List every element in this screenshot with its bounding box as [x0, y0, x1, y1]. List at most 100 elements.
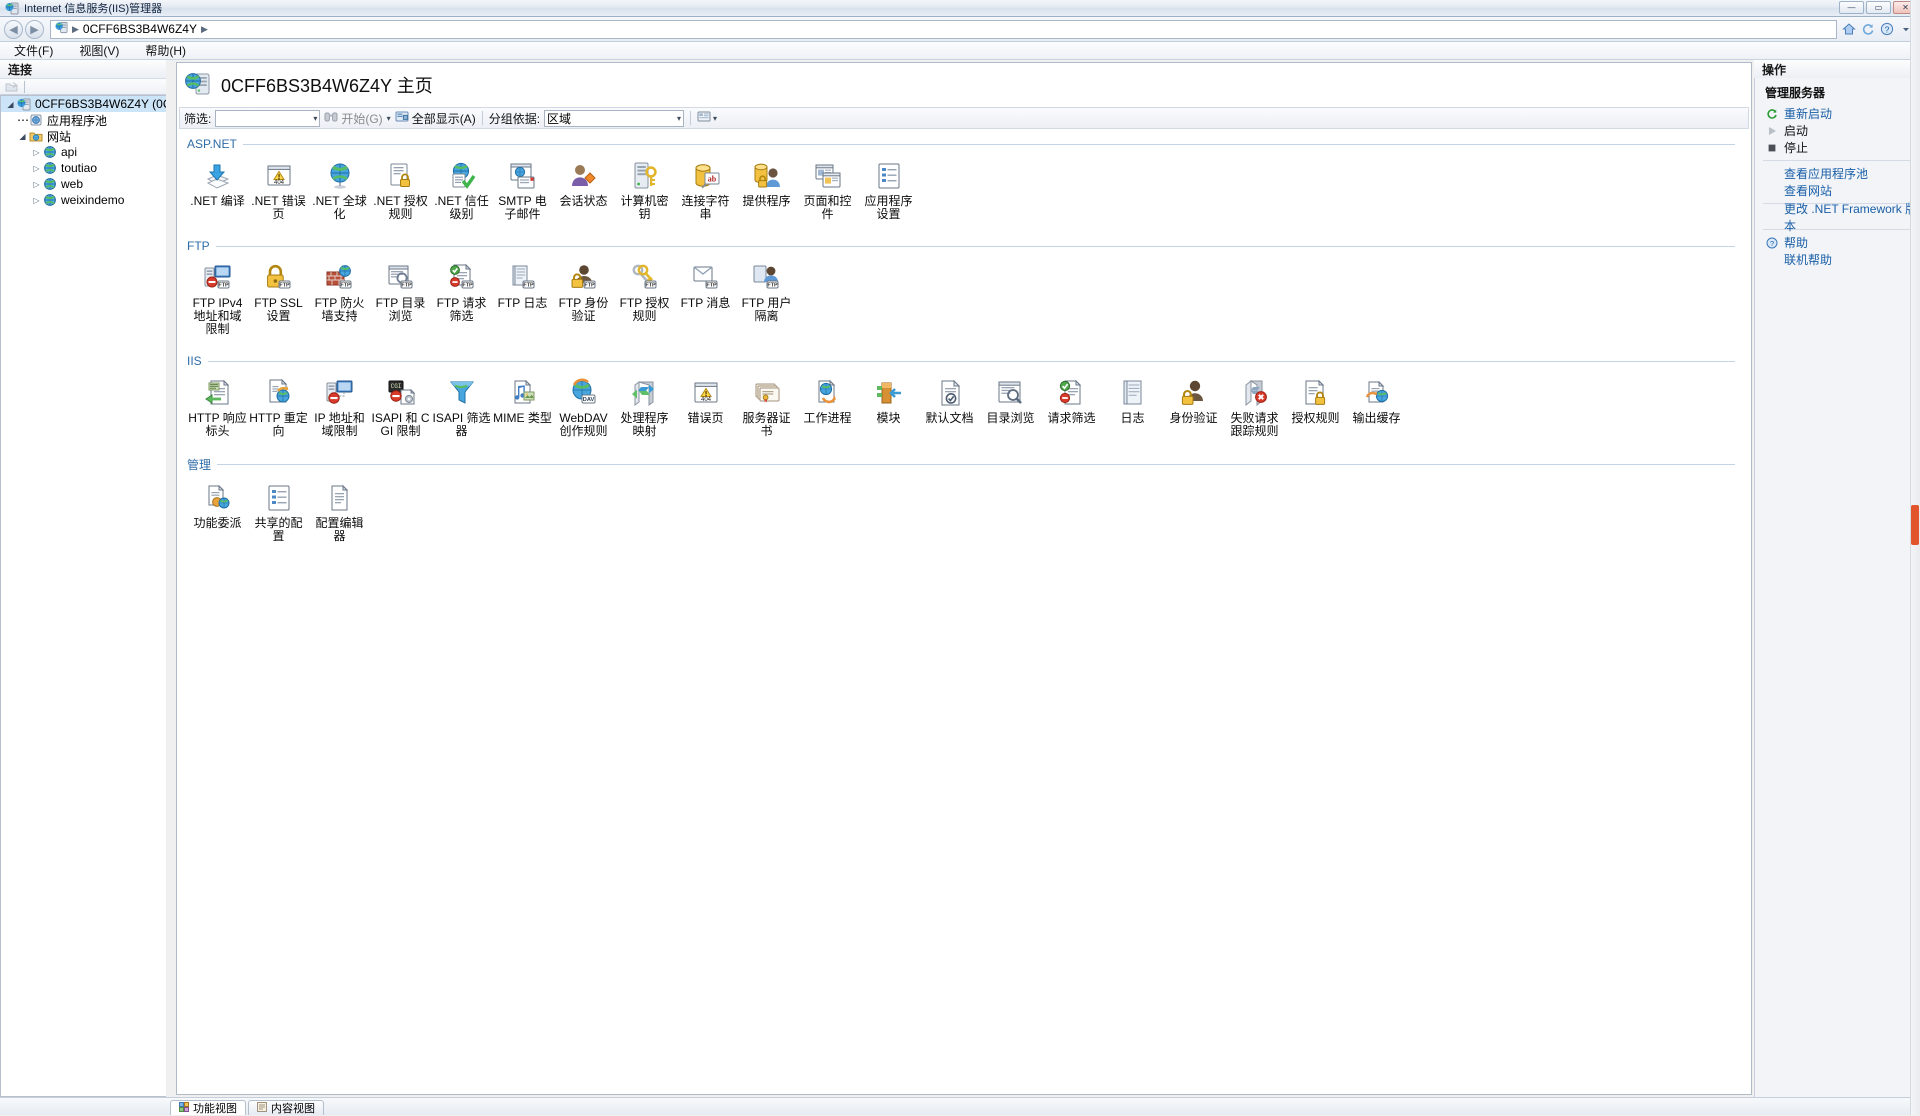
tree-node-sites[interactable]: ◢ 网站 [1, 128, 166, 144]
feature-tile-ftp-ssl-settings[interactable]: FTP FTP SSL 设置 [248, 259, 309, 340]
feature-tile-error-pages[interactable]: 404 错误页 [675, 374, 736, 442]
feature-tile-modules[interactable]: 模块 [858, 374, 919, 442]
feature-tile-worker-processes[interactable]: 工作进程 [797, 374, 858, 442]
feature-tile-ftp-logging[interactable]: FTP FTP 日志 [492, 259, 553, 340]
feature-tile-feature-delegation[interactable]: 功能委派 [187, 479, 248, 547]
refresh-icon[interactable] [1860, 21, 1876, 37]
feature-tile-net-authorization-rules[interactable]: .NET 授权规则 [370, 157, 431, 225]
feature-tile-webdav-authoring-rules[interactable]: DAV WebDAV 创作规则 [553, 374, 614, 442]
action-start[interactable]: 启动 [1755, 122, 1920, 139]
window-scrollbar[interactable] [1910, 0, 1920, 1115]
feature-tile-net-trust-levels[interactable]: .NET 信任级别 [431, 157, 492, 225]
svg-text:?: ? [1770, 239, 1774, 248]
feature-tile-authorization-rules[interactable]: 授权规则 [1285, 374, 1346, 442]
expander-icon[interactable]: ▷ [31, 180, 42, 189]
view-mode-button[interactable]: ▾ [697, 110, 717, 126]
breadcrumb-separator-2[interactable]: ▶ [201, 24, 208, 35]
expander-icon[interactable]: ▷ [31, 196, 42, 205]
feature-tile-net-compilation[interactable]: .NET 编译 [187, 157, 248, 225]
feature-tile-ftp-authentication[interactable]: FTP FTP 身份验证 [553, 259, 614, 340]
feature-tile-ip-address-restrictions[interactable]: IP 地址和域限制 [309, 374, 370, 442]
action-change-dotnet-version[interactable]: 更改 .NET Framework 版本 [1755, 208, 1920, 225]
connect-to-icon[interactable] [4, 80, 18, 94]
directory-browsing-icon [994, 376, 1028, 410]
tree-node-app-pools[interactable]: ⋯ 应用程序池 [1, 112, 166, 128]
feature-tile-default-document[interactable]: 默认文档 [919, 374, 980, 442]
forward-arrow-icon[interactable]: ▶ [25, 20, 44, 39]
tree-node-site-toutiao[interactable]: ▷ toutiao [1, 160, 166, 176]
menu-help[interactable]: 帮助(H) [141, 41, 190, 60]
chevron-down-icon[interactable]: ▾ [313, 114, 317, 123]
action-view-sites[interactable]: 查看网站 [1755, 182, 1920, 199]
feature-tile-isapi-filters[interactable]: ISAPI 筛选器 [431, 374, 492, 442]
tab-features-view[interactable]: 功能视图 [170, 1100, 246, 1115]
feature-tile-ftp-directory-browsing[interactable]: FTP FTP 目录浏览 [370, 259, 431, 340]
action-help[interactable]: ? 帮助 [1755, 234, 1920, 251]
feature-tile-isapi-cgi-restrictions[interactable]: CGI ISAPI 和 CGI 限制 [370, 374, 431, 442]
group-by-select[interactable]: 区域 ▾ [544, 110, 684, 127]
feature-tile-directory-browsing[interactable]: 目录浏览 [980, 374, 1041, 442]
scrollbar-thumb[interactable] [1911, 505, 1919, 545]
tree-node-site-weixindemo[interactable]: ▷ weixindemo [1, 192, 166, 208]
feature-tile-ftp-messages[interactable]: FTP FTP 消息 [675, 259, 736, 340]
feature-tile-net-error-pages[interactable]: 404 .NET 错误页 [248, 157, 309, 225]
feature-tile-request-filtering[interactable]: 请求筛选 [1041, 374, 1102, 442]
tree-node-site-web[interactable]: ▷ web [1, 176, 166, 192]
feature-tile-http-response-headers[interactable]: HTTP 响应标头 [187, 374, 248, 442]
go-dropdown-icon[interactable]: ▾ [387, 114, 391, 123]
expander-icon[interactable]: ◢ [17, 132, 28, 141]
feature-tile-machine-key[interactable]: 计算机密钥 [614, 157, 675, 225]
feature-tile-smtp-email[interactable]: SMTP 电子邮件 [492, 157, 553, 225]
feature-tile-handler-mappings[interactable]: 处理程序映射 [614, 374, 675, 442]
feature-tile-server-certificates[interactable]: 服务器证书 [736, 374, 797, 442]
go-button[interactable]: 开始(G) [324, 110, 382, 127]
maximize-button[interactable]: ▭ [1866, 1, 1891, 14]
tree-node-label: 应用程序池 [47, 112, 107, 129]
feature-tile-ftp-request-filtering[interactable]: FTP FTP 请求筛选 [431, 259, 492, 340]
feature-tile-authentication[interactable]: 身份验证 [1163, 374, 1224, 442]
tree-node-server[interactable]: ◢ 0CFF6BS3B4W6Z4Y (0CFF6 [1, 96, 166, 112]
expander-icon[interactable]: ◢ [5, 100, 16, 109]
back-arrow-icon[interactable]: ◀ [4, 20, 23, 39]
feature-tile-ftp-authorization-rules[interactable]: FTP FTP 授权规则 [614, 259, 675, 340]
expander-icon[interactable]: ▷ [31, 148, 42, 157]
filter-input[interactable]: ▾ [215, 110, 320, 127]
feature-tile-session-state[interactable]: 会话状态 [553, 157, 614, 225]
feature-tile-shared-configuration[interactable]: 共享的配置 [248, 479, 309, 547]
tab-content-view[interactable]: 内容视图 [248, 1100, 324, 1115]
connections-tree[interactable]: ◢ 0CFF6BS3B4W6Z4Y (0CFF6 ⋯ [0, 95, 166, 1097]
breadcrumb-server-label[interactable]: 0CFF6BS3B4W6Z4Y [83, 22, 197, 36]
feature-tile-http-redirect[interactable]: HTTP 重定向 [248, 374, 309, 442]
feature-tile-pages-and-controls[interactable]: 页面和控件 [797, 157, 858, 225]
feature-tile-ftp-firewall-support[interactable]: FTP FTP 防火墙支持 [309, 259, 370, 340]
show-all-button[interactable]: 全部显示(A) [395, 110, 476, 127]
help-icon[interactable]: ? [1879, 21, 1895, 37]
feature-tile-mime-types[interactable]: MIME 类型 [492, 374, 553, 442]
action-view-app-pools[interactable]: 查看应用程序池 [1755, 165, 1920, 182]
application-settings-icon [872, 159, 906, 193]
isapi-filters-icon [445, 376, 479, 410]
action-restart[interactable]: 重新启动 [1755, 105, 1920, 122]
feature-tile-failed-request-tracing[interactable]: 失败请求跟踪规则 [1224, 374, 1285, 442]
feature-tile-logging[interactable]: 日志 [1102, 374, 1163, 442]
home-icon[interactable] [1841, 21, 1857, 37]
chevron-down-icon[interactable]: ▾ [713, 114, 717, 123]
minimize-button[interactable]: — [1839, 1, 1864, 14]
action-online-help[interactable]: 联机帮助 [1755, 251, 1920, 268]
group-header: IIS [187, 354, 1751, 368]
feature-tile-configuration-editor[interactable]: 配置编辑器 [309, 479, 370, 547]
feature-tile-net-globalization[interactable]: .NET 全球化 [309, 157, 370, 225]
feature-tile-ftp-ipv4-restrictions[interactable]: FTP FTP IPv4 地址和域限制 [187, 259, 248, 340]
tree-node-site-api[interactable]: ▷ api [1, 144, 166, 160]
feature-tile-providers[interactable]: 提供程序 [736, 157, 797, 225]
chevron-down-icon[interactable]: ▾ [677, 114, 681, 123]
expander-icon[interactable]: ▷ [31, 164, 42, 173]
action-stop[interactable]: 停止 [1755, 139, 1920, 156]
menu-file[interactable]: 文件(F) [10, 41, 57, 60]
feature-tile-ftp-user-isolation[interactable]: FTP FTP 用户隔离 [736, 259, 797, 340]
feature-tile-output-caching[interactable]: 输出缓存 [1346, 374, 1407, 442]
feature-tile-connection-strings[interactable]: ab 连接字符串 [675, 157, 736, 225]
menu-view[interactable]: 视图(V) [75, 41, 123, 60]
feature-tile-application-settings[interactable]: 应用程序设置 [858, 157, 919, 225]
breadcrumb[interactable]: ▶ 0CFF6BS3B4W6Z4Y ▶ [50, 20, 1837, 39]
